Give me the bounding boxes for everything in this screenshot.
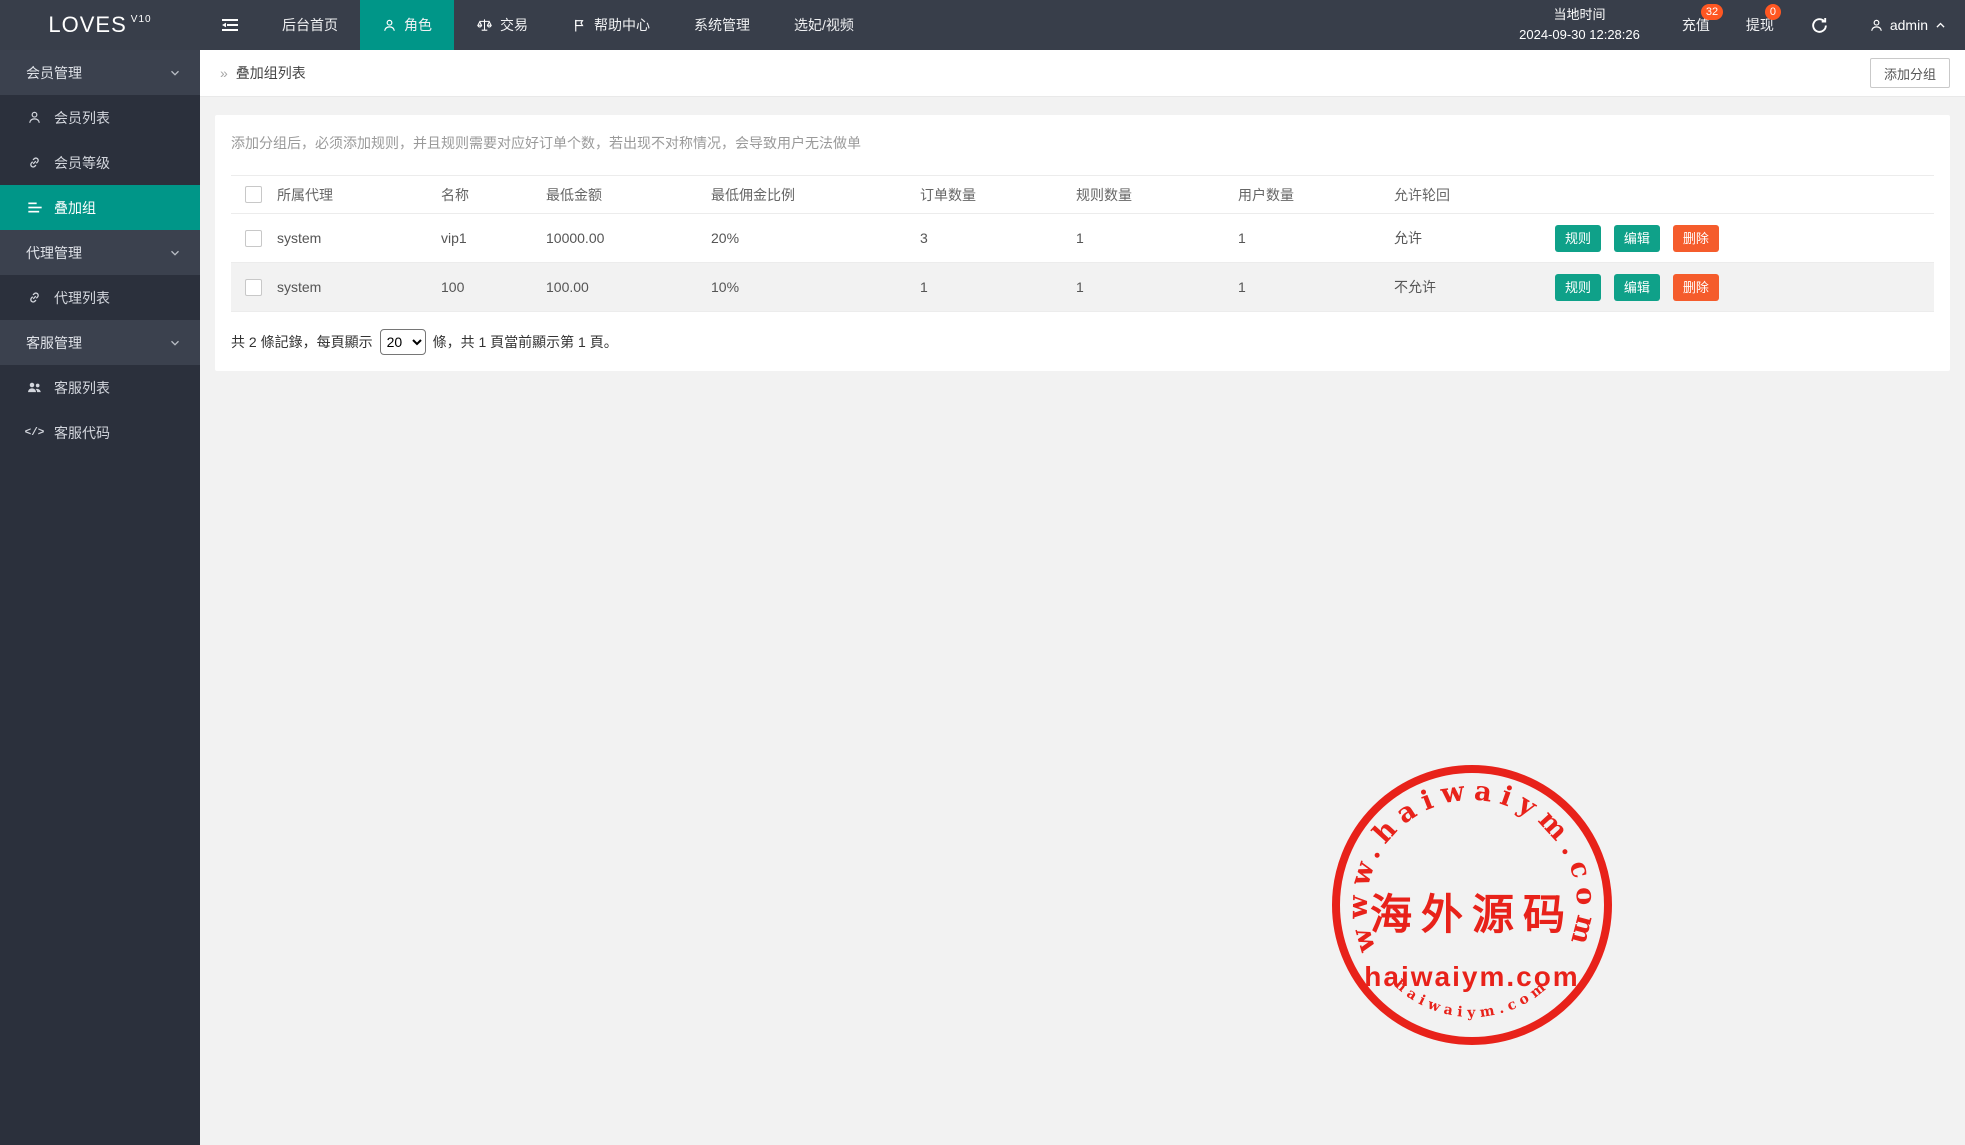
cell-min-amount: 10000.00 (546, 214, 711, 263)
edit-button[interactable]: 编辑 (1614, 274, 1660, 301)
col-min-commission: 最低佣金比例 (711, 176, 920, 214)
col-min-amount: 最低金额 (546, 176, 711, 214)
page-title: 叠加组列表 (236, 63, 306, 83)
overlay-group-table: 所属代理 名称 最低金额 最低佣金比例 订单数量 规则数量 用户数量 允许轮回 … (231, 175, 1934, 312)
cell-user-count: 1 (1238, 214, 1394, 263)
link-icon (26, 290, 43, 305)
cell-min-commission: 20% (711, 214, 920, 263)
cell-name: vip1 (441, 214, 546, 263)
chevron-down-icon (168, 336, 182, 350)
user-menu[interactable]: admin (1869, 17, 1947, 33)
person-icon (26, 110, 43, 125)
table-panel: 添加分组后，必须添加规则，并且规则需要对应好订单个数，若出现不对称情况，会导致用… (215, 115, 1950, 371)
col-rule-count: 规则数量 (1076, 176, 1238, 214)
cell-min-commission: 10% (711, 263, 920, 312)
row-checkbox[interactable] (245, 230, 262, 247)
username: admin (1890, 17, 1928, 33)
nav-role[interactable]: 角色 (360, 0, 454, 50)
logo-text: LOVES (48, 12, 126, 38)
rule-button[interactable]: 规则 (1555, 225, 1601, 252)
breadcrumb-bar: » 叠加组列表 添加分组 (200, 50, 1965, 97)
col-agent: 所属代理 (277, 176, 441, 214)
app-logo: LOVES V10 (0, 0, 200, 50)
col-name: 名称 (441, 176, 546, 214)
main-content: » 叠加组列表 添加分组 添加分组后，必须添加规则，并且规则需要对应好订单个数，… (200, 50, 1965, 1145)
cell-name: 100 (441, 263, 546, 312)
sidebar-group-agent[interactable]: 代理管理 (0, 230, 200, 275)
sidebar: 会员管理 会员列表 会员等级 叠加组 代理管理 代理列表 客服管理 (0, 50, 200, 1145)
sidebar-toggle-button[interactable] (200, 0, 260, 50)
notice-text: 添加分组后，必须添加规则，并且规则需要对应好订单个数，若出现不对称情况，会导致用… (231, 133, 1934, 153)
nav-system[interactable]: 系统管理 (672, 0, 772, 50)
withdraw-badge: 0 (1765, 4, 1781, 20)
sidebar-group-service[interactable]: 客服管理 (0, 320, 200, 365)
local-time-label: 当地时间 (1519, 5, 1640, 25)
page-size-select[interactable]: 20 (380, 329, 426, 355)
cell-allow-loop: 不允许 (1394, 263, 1555, 312)
add-group-button[interactable]: 添加分组 (1870, 58, 1950, 88)
refresh-button[interactable] (1810, 16, 1829, 35)
delete-button[interactable]: 删除 (1673, 225, 1719, 252)
cell-min-amount: 100.00 (546, 263, 711, 312)
select-all-checkbox[interactable] (245, 186, 262, 203)
col-allow-loop: 允许轮回 (1394, 176, 1555, 214)
table-row: system vip1 10000.00 20% 3 1 1 允许 规则 编辑 … (231, 214, 1934, 263)
cell-allow-loop: 允许 (1394, 214, 1555, 263)
cell-order-count: 3 (920, 214, 1076, 263)
rule-button[interactable]: 规则 (1555, 274, 1601, 301)
sidebar-item-agent-list[interactable]: 代理列表 (0, 275, 200, 320)
logo-version: V10 (131, 14, 152, 25)
cell-order-count: 1 (920, 263, 1076, 312)
pagination-suffix: 條，共 1 頁當前顯示第 1 頁。 (433, 332, 618, 352)
code-icon: </> (26, 427, 43, 439)
recharge-menu[interactable]: 充值 32 (1682, 0, 1710, 50)
pagination-prefix: 共 2 條記錄，每頁顯示 (231, 332, 373, 352)
cell-agent: system (277, 214, 441, 263)
table-header-row: 所属代理 名称 最低金额 最低佣金比例 订单数量 规则数量 用户数量 允许轮回 (231, 176, 1934, 214)
row-checkbox[interactable] (245, 279, 262, 296)
delete-button[interactable]: 删除 (1673, 274, 1719, 301)
nav-home[interactable]: 后台首页 (260, 0, 360, 50)
sidebar-group-member[interactable]: 会员管理 (0, 50, 200, 95)
edit-button[interactable]: 编辑 (1614, 225, 1660, 252)
topbar-right: 当地时间 2024-09-30 12:28:26 充值 32 提现 0 admi… (1519, 0, 1965, 50)
top-bar: LOVES V10 后台首页 角色 交易 (0, 0, 1965, 50)
chevron-up-icon (1934, 19, 1947, 32)
sidebar-item-service-list[interactable]: 客服列表 (0, 365, 200, 410)
chevron-down-icon (168, 66, 182, 80)
sidebar-item-overlay-group[interactable]: 叠加组 (0, 185, 200, 230)
local-time: 当地时间 2024-09-30 12:28:26 (1519, 5, 1640, 45)
sidebar-item-service-code[interactable]: </> 客服代码 (0, 410, 200, 455)
table-row: system 100 100.00 10% 1 1 1 不允许 规则 编辑 删除 (231, 263, 1934, 312)
people-icon (26, 380, 43, 395)
col-order-count: 订单数量 (920, 176, 1076, 214)
recharge-badge: 32 (1701, 4, 1723, 20)
link-icon (26, 155, 43, 170)
cell-user-count: 1 (1238, 263, 1394, 312)
nav-help[interactable]: 帮助中心 (550, 0, 672, 50)
local-time-value: 2024-09-30 12:28:26 (1519, 25, 1640, 45)
chevron-down-icon (168, 246, 182, 260)
nav-video[interactable]: 选妃/视频 (772, 0, 876, 50)
breadcrumb-arrow: » (220, 65, 228, 81)
cell-rule-count: 1 (1076, 214, 1238, 263)
hamburger-icon (221, 16, 239, 34)
nav-trade[interactable]: 交易 (454, 0, 550, 50)
cell-rule-count: 1 (1076, 263, 1238, 312)
top-nav: 后台首页 角色 交易 帮助中心 系统管理 选妃/ (260, 0, 876, 50)
refresh-icon (1810, 16, 1829, 35)
sidebar-item-member-level[interactable]: 会员等级 (0, 140, 200, 185)
col-user-count: 用户数量 (1238, 176, 1394, 214)
flag-icon (572, 18, 587, 33)
scales-icon (476, 17, 493, 33)
stack-list-icon (26, 200, 43, 215)
sidebar-item-member-list[interactable]: 会员列表 (0, 95, 200, 140)
cell-agent: system (277, 263, 441, 312)
person-icon (382, 18, 397, 33)
withdraw-menu[interactable]: 提现 0 (1746, 0, 1774, 50)
pagination: 共 2 條記錄，每頁顯示 20 條，共 1 頁當前顯示第 1 頁。 (231, 329, 1934, 355)
user-icon (1869, 18, 1884, 33)
